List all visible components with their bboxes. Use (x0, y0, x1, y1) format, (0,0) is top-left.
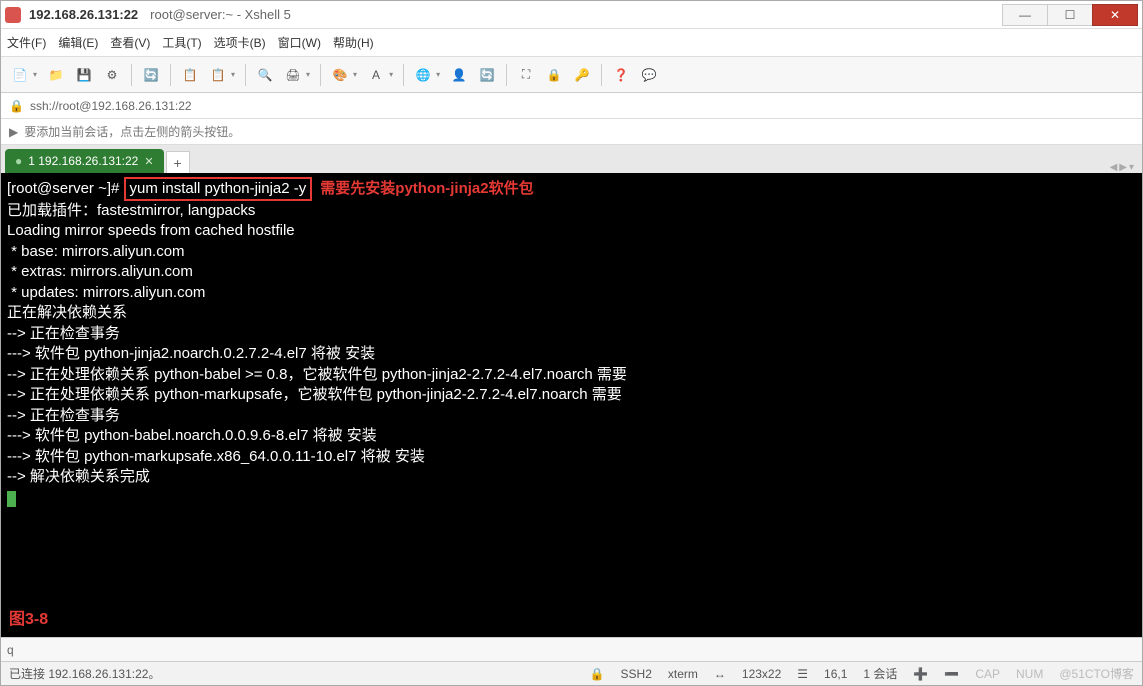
terminal-line: * extras: mirrors.aliyun.com (7, 263, 193, 280)
title-label: root@server:~ - Xshell 5 (150, 7, 291, 22)
statusbar: 已连接 192.168.26.131:22。 🔒 SSH2 xterm ↔ 12… (1, 661, 1142, 685)
caps-plus-icon: ➕ (913, 667, 928, 681)
terminal-line: --> 正在处理依赖关系 python-markupsafe，它被软件包 pyt… (7, 386, 622, 403)
open-icon[interactable]: 📁 (43, 62, 69, 88)
addressbar: 🔒 ssh://root@192.168.26.131:22 (1, 93, 1142, 119)
terminal-line: --> 正在检查事务 (7, 325, 120, 342)
menu-view[interactable]: 查看(V) (110, 34, 150, 51)
maximize-button[interactable]: ☐ (1047, 4, 1093, 26)
figure-label: 图3-8 (9, 610, 48, 631)
terminal-line: * base: mirrors.aliyun.com (7, 243, 185, 260)
searchbar[interactable]: q (1, 637, 1142, 661)
tab-status-icon: ● (15, 154, 22, 168)
menu-help[interactable]: 帮助(H) (333, 34, 374, 51)
status-protocol: SSH2 (621, 667, 652, 681)
terminal-line: ---> 软件包 python-markupsafe.x86_64.0.0.11… (7, 448, 425, 465)
watermark: @51CTO博客 (1059, 665, 1134, 682)
tab-next-icon[interactable]: ▶ (1119, 162, 1127, 173)
terminal-line: 正在解决依赖关系 (7, 304, 127, 321)
new-tab-button[interactable]: + (166, 151, 190, 173)
menu-window[interactable]: 窗口(W) (278, 34, 321, 51)
menu-tools[interactable]: 工具(T) (162, 34, 201, 51)
arrow-icon[interactable]: ▶ (9, 125, 18, 139)
terminal-line: 已加载插件：fastestmirror, langpacks (7, 202, 255, 219)
highlighted-command: yum install python-jinja2 -y (124, 177, 313, 201)
tab-list-icon[interactable]: ▾ (1129, 162, 1134, 173)
lock-toolbar-icon[interactable]: 🔒 (541, 62, 567, 88)
terminal[interactable]: [root@server ~]# yum install python-jinj… (1, 173, 1142, 637)
window-controls: — ☐ ✕ (1003, 4, 1138, 26)
terminal-prompt: [root@server ~]# (7, 180, 124, 197)
properties-icon[interactable]: ⚙ (99, 62, 125, 88)
fullscreen-icon[interactable]: ⛶ (513, 62, 539, 88)
reconnect-icon[interactable]: 🔄 (138, 62, 164, 88)
status-termtype: xterm (668, 667, 698, 681)
lock-icon: 🔒 (9, 99, 24, 113)
session-tab[interactable]: ● 1 192.168.26.131:22 ✕ (5, 149, 164, 173)
annotation-text: 需要先安装python-jinja2软件包 (320, 180, 533, 197)
chat-icon[interactable]: 💬 (636, 62, 662, 88)
close-button[interactable]: ✕ (1092, 4, 1138, 26)
tab-prev-icon[interactable]: ◀ (1110, 162, 1118, 173)
copy-icon[interactable]: 📋 (177, 62, 203, 88)
pos-icon: ☰ (797, 667, 808, 681)
paste-icon[interactable]: 📋 (205, 62, 231, 88)
terminal-line: --> 正在检查事务 (7, 407, 120, 424)
menu-edit[interactable]: 编辑(E) (58, 34, 98, 51)
menu-tabs[interactable]: 选项卡(B) (214, 34, 266, 51)
title-ip: 192.168.26.131:22 (29, 7, 138, 22)
size-icon: ↔ (714, 667, 726, 681)
save-icon[interactable]: 💾 (71, 62, 97, 88)
tab-close-icon[interactable]: ✕ (144, 155, 153, 168)
menubar: 文件(F) 编辑(E) 查看(V) 工具(T) 选项卡(B) 窗口(W) 帮助(… (1, 29, 1142, 57)
caps-minus-icon: ➖ (944, 667, 959, 681)
terminal-line: ---> 软件包 python-jinja2.noarch.0.2.7.2-4.… (7, 345, 375, 362)
menu-file[interactable]: 文件(F) (7, 34, 46, 51)
toolbar: 📄▾ 📁 💾 ⚙ 🔄 📋 📋▾ 🔍 🖨▾ 🎨▾ A▾ 🌐▾ 👤 🔄 ⛶ 🔒 🔑 … (1, 57, 1142, 93)
status-sessions: 1 会话 (863, 665, 897, 682)
print-icon[interactable]: 🖨 (280, 62, 306, 88)
help-icon[interactable]: ❓ (608, 62, 634, 88)
key-icon[interactable]: 🔑 (569, 62, 595, 88)
script-icon[interactable]: 🔄 (474, 62, 500, 88)
status-caps: CAP (975, 667, 1000, 681)
terminal-line: Loading mirror speeds from cached hostfi… (7, 222, 295, 239)
terminal-line: ---> 软件包 python-babel.noarch.0.0.9.6-8.e… (7, 427, 377, 444)
address-url[interactable]: ssh://root@192.168.26.131:22 (30, 99, 192, 113)
tabbar: ● 1 192.168.26.131:22 ✕ + ◀ ▶ ▾ (1, 145, 1142, 173)
terminal-cursor (7, 491, 16, 507)
new-session-icon[interactable]: 📄 (7, 62, 33, 88)
app-icon (5, 7, 21, 23)
titlebar: 192.168.26.131:22 root@server:~ - Xshell… (1, 1, 1142, 29)
font-icon[interactable]: A (363, 62, 389, 88)
terminal-line: --> 正在处理依赖关系 python-babel >= 0.8，它被软件包 p… (7, 366, 627, 383)
status-size: 123x22 (742, 667, 781, 681)
terminal-line: * updates: mirrors.aliyun.com (7, 284, 205, 301)
user-icon[interactable]: 👤 (446, 62, 472, 88)
proto-icon: 🔒 (590, 667, 605, 681)
session-hint-bar: ▶ 要添加当前会话，点击左侧的箭头按钮。 (1, 119, 1142, 145)
terminal-line: --> 解决依赖关系完成 (7, 468, 150, 485)
hint-text: 要添加当前会话，点击左侧的箭头按钮。 (24, 123, 240, 140)
color-icon[interactable]: 🎨 (327, 62, 353, 88)
status-connection: 已连接 192.168.26.131:22。 (9, 665, 160, 682)
globe-icon[interactable]: 🌐 (410, 62, 436, 88)
app-window: 192.168.26.131:22 root@server:~ - Xshell… (0, 0, 1143, 686)
search-input[interactable]: q (7, 643, 14, 657)
status-num: NUM (1016, 667, 1043, 681)
status-position: 16,1 (824, 667, 847, 681)
tab-label: 1 192.168.26.131:22 (28, 154, 138, 168)
minimize-button[interactable]: — (1002, 4, 1048, 26)
find-icon[interactable]: 🔍 (252, 62, 278, 88)
